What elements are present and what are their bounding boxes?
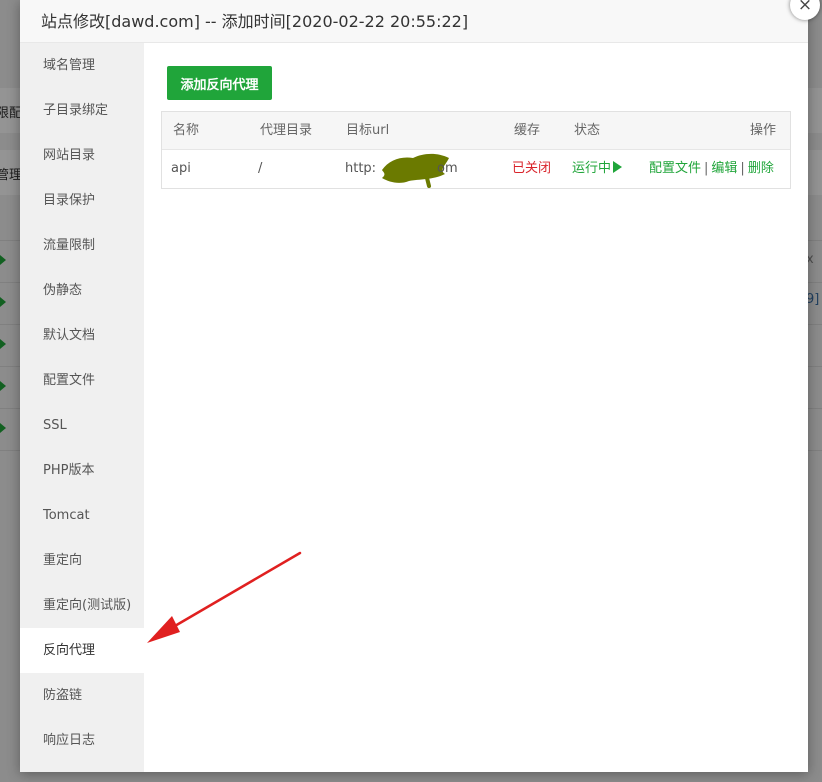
annotation-arrow-icon [147, 551, 302, 643]
